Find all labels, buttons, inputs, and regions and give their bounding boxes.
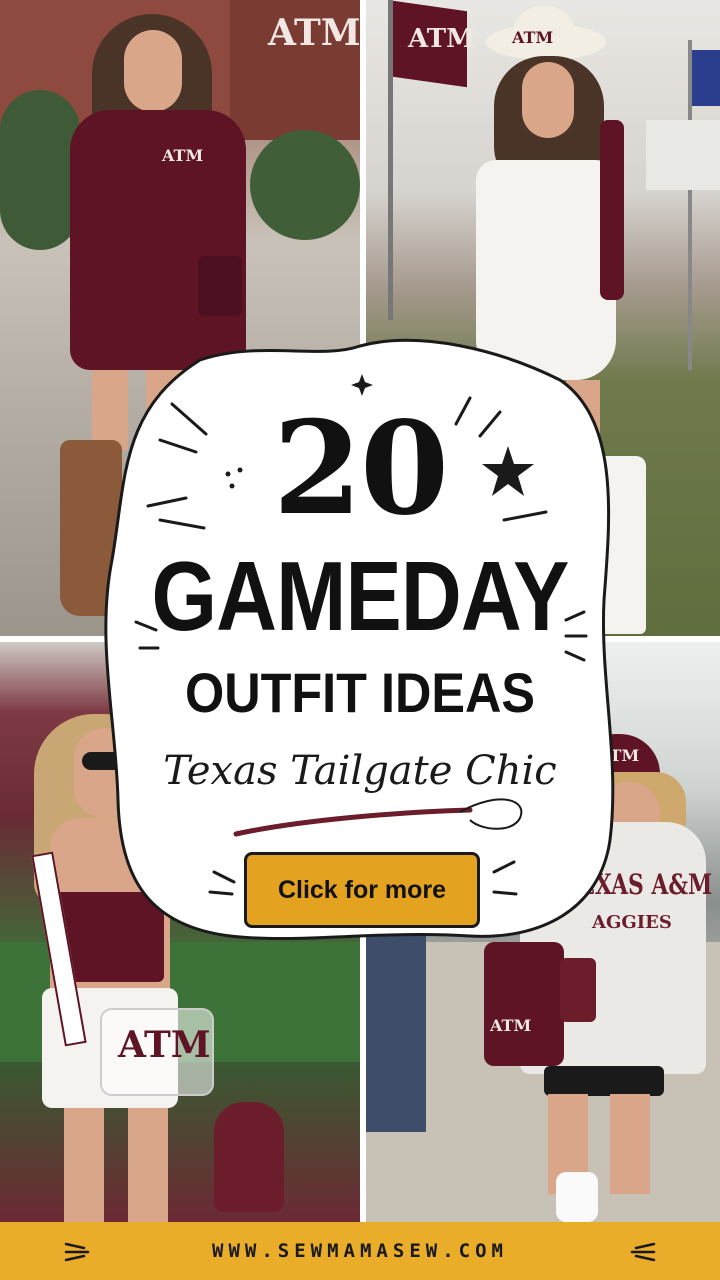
burst-left-icon <box>64 1242 90 1262</box>
burst-right-icon <box>630 1242 656 1262</box>
footer-bar: WWW.SEWMAMASEW.COM <box>0 1222 720 1280</box>
headline-number: 20 <box>272 394 449 544</box>
headline-line2: OUTFIT IDEAS <box>184 661 535 724</box>
click-for-more-button[interactable]: Click for more <box>244 852 480 928</box>
headline-tagline: Texas Tailgate Chic <box>163 748 557 794</box>
footer-url[interactable]: WWW.SEWMAMASEW.COM <box>212 1240 508 1262</box>
headline-line1: GAMEDAY <box>151 541 569 651</box>
